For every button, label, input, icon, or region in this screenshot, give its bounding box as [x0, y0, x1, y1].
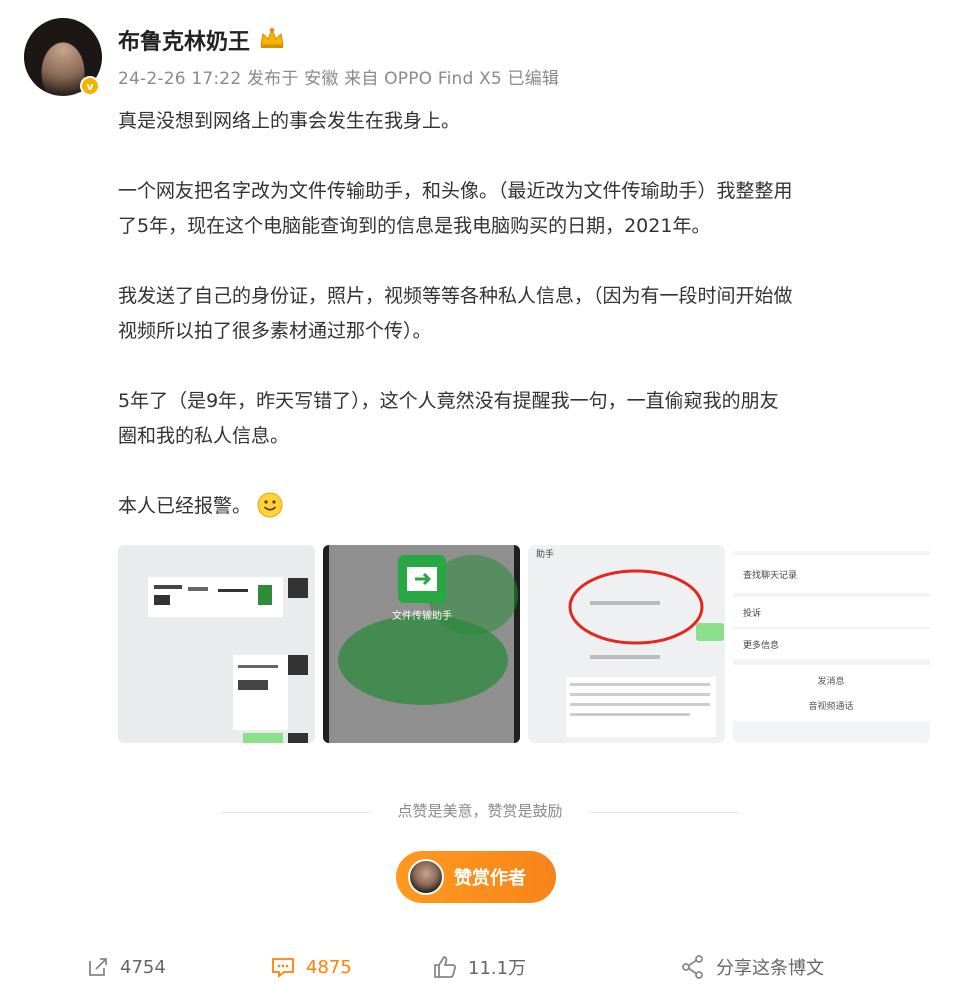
post-line: 真是没想到网络上的事会发生在我身上。 [118, 110, 461, 132]
post-line: 圈和我的私人信息。 [118, 425, 290, 447]
thumbnail-4-button-1: 发消息 [817, 675, 844, 687]
post-line: 视频所以拍了很多素材通过那个传）。 [118, 320, 432, 342]
thumbnail-4-item-2: 投诉 [743, 607, 761, 619]
share-label: 分享这条博文 [716, 958, 824, 979]
smile-emoji-icon [257, 492, 283, 518]
post-line-last: 本人已经报警。 [118, 489, 918, 524]
post-line: 一个网友把名字改为文件传输助手，和头像。（最近改为文件传瑜助手）我整整用 [118, 180, 793, 202]
thumbs-up-icon [434, 956, 457, 978]
image-thumbnail-2[interactable]: 文件传输助手 [323, 545, 520, 743]
comment-button[interactable]: 4875 [270, 944, 352, 990]
thumbnail-4-button-2: 音视频通话 [808, 700, 853, 712]
thumbnail-4-item-3: 更多信息 [743, 639, 779, 651]
image-thumbnail-1[interactable] [118, 545, 315, 743]
crown-icon [260, 28, 284, 48]
post-line: 5年了（是9年，昨天写错了），这个人竟然没有提醒我一句，一直偷窥我的朋友 [118, 390, 779, 412]
post-line: 本人已经报警。 [118, 495, 252, 517]
post-line: 了5年，现在这个电脑能查询到的信息是我电脑购买的日期，2021年。 [118, 215, 711, 237]
verified-badge: v [80, 76, 100, 96]
comment-icon [272, 958, 294, 978]
image-thumbnail-4[interactable]: 查找聊天记录 投诉 更多信息 发消息 音视频通话 [733, 545, 930, 743]
image-grid: 文件传输助手 助手 查找聊天记录 投诉 更多信息 发消息 音视频通话 [118, 545, 930, 743]
image-thumbnail-3[interactable]: 助手 [528, 545, 725, 743]
post-body: 真是没想到网络上的事会发生在我身上。 一个网友把名字改为文件传输助手，和头像。（… [118, 104, 918, 524]
post-line: 我发送了自己的身份证，照片，视频等等各种私人信息，（因为有一段时间开始做 [118, 285, 793, 307]
reward-avatar [408, 859, 444, 895]
repost-button[interactable]: 4754 [86, 944, 166, 990]
reward-author-button[interactable]: 赞赏作者 [396, 851, 556, 903]
repost-icon [89, 958, 107, 976]
repost-count: 4754 [120, 956, 166, 978]
like-count: 11.1万 [468, 958, 527, 979]
share-button[interactable]: 分享这条博文 [680, 944, 824, 990]
share-icon [682, 955, 703, 979]
reward-button-label: 赞赏作者 [454, 868, 526, 889]
reward-hint: 点赞是美意，赞赏是鼓励 [397, 802, 563, 820]
action-bar: 4754 4875 11.1万 分享这条博文 [0, 944, 960, 990]
comment-count: 4875 [306, 956, 352, 978]
post-meta: 24-2-26 17:22 发布于 安徽 来自 OPPO Find X5 已编辑 [118, 69, 560, 89]
like-button[interactable]: 11.1万 [432, 944, 526, 990]
thumbnail-3-header: 助手 [536, 548, 554, 560]
thumbnail-2-title: 文件传输助手 [392, 609, 452, 622]
username[interactable]: 布鲁克林奶王 [118, 24, 250, 56]
thumbnail-4-item-1: 查找聊天记录 [743, 569, 797, 581]
reward-hint-row: 点赞是美意，赞赏是鼓励 [0, 800, 960, 821]
